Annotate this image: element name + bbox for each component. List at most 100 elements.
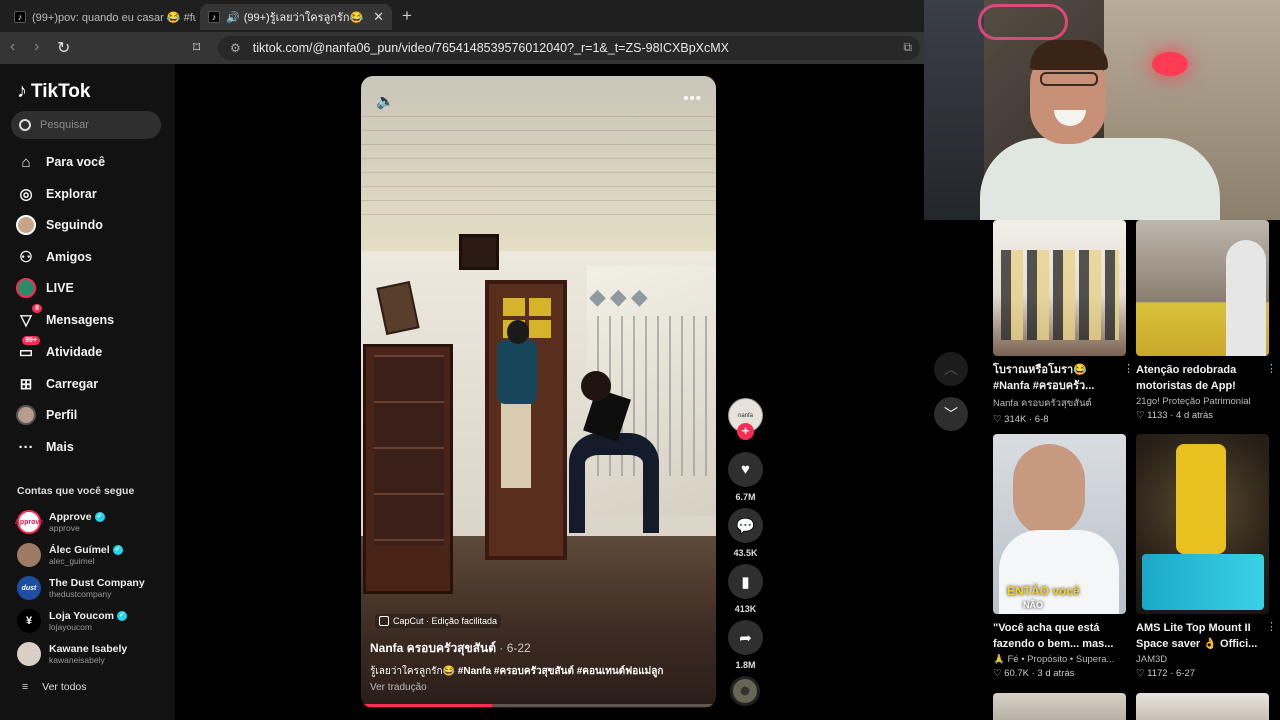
door-panel bbox=[503, 298, 525, 316]
bookmark-icon[interactable]: ⌑ bbox=[193, 39, 200, 56]
nav-item-perfil[interactable]: Perfil bbox=[16, 405, 77, 425]
account-handle: alec_guimel bbox=[49, 556, 95, 566]
recommended-card[interactable]: AMS Lite Top Mount II Space saver 👌 Offi… bbox=[1136, 434, 1277, 679]
card-more-icon[interactable]: ⋮ bbox=[1266, 620, 1277, 633]
following-avatar-icon bbox=[16, 215, 36, 235]
address-bar[interactable]: ⚙ tiktok.com/@nanfa06_pun/video/76541485… bbox=[218, 36, 920, 60]
webcam-lamp bbox=[1152, 52, 1188, 76]
profile-icon bbox=[16, 405, 36, 425]
follow-plus-button[interactable]: + bbox=[737, 423, 754, 440]
more-options-icon[interactable]: ••• bbox=[683, 90, 702, 107]
thumb-shirt-shape bbox=[999, 530, 1119, 614]
webcam-person-hair bbox=[1030, 40, 1108, 70]
nav-item-amigos[interactable]: ⚇ Amigos bbox=[16, 247, 92, 267]
nav-label: Seguindo bbox=[46, 218, 103, 232]
recommended-card-partial[interactable] bbox=[1136, 693, 1269, 720]
see-translation-link[interactable]: Ver tradução bbox=[370, 682, 427, 693]
nav-item-explorar[interactable]: ◎ Explorar bbox=[16, 184, 96, 204]
account-handle: thedustcompany bbox=[49, 589, 112, 599]
video-author[interactable]: Nanfa ครอบครัวสุขสันต์ · 6-22 bbox=[370, 639, 531, 658]
nav-item-seguindo[interactable]: Seguindo bbox=[16, 215, 103, 235]
nav-label: Para você bbox=[46, 155, 106, 169]
tiktok-logo[interactable]: ♪ TikTok bbox=[17, 80, 90, 103]
recommended-card[interactable]: โบราณหรือโมรา😂 #Nanfa #ครอบครัว... Nanfa… bbox=[993, 220, 1134, 425]
forward-arrow-icon[interactable]: › bbox=[34, 38, 39, 56]
new-tab-button[interactable]: + bbox=[402, 6, 412, 26]
account-name: The Dust Company bbox=[49, 577, 145, 589]
recommended-card[interactable]: ENTÃO você NÃO "Você acha que está fazen… bbox=[993, 434, 1126, 679]
messages-badge: 8 bbox=[32, 304, 42, 313]
thumb-people-shape bbox=[1001, 250, 1119, 340]
avatar: dust bbox=[17, 576, 41, 600]
share-count: 1.8M bbox=[735, 660, 756, 670]
recommended-card[interactable]: Atenção redobrada motoristas de App! 21g… bbox=[1136, 220, 1277, 421]
nav-item-para-voce[interactable]: ⌂ Para você bbox=[16, 152, 105, 172]
save-action[interactable]: ▮ 413K bbox=[728, 564, 763, 614]
bookmark-icon[interactable]: ▮ bbox=[728, 564, 763, 599]
card-stats: 60.7K · 3 d atrás bbox=[1004, 668, 1075, 679]
nav-item-live[interactable]: LIVE bbox=[16, 278, 74, 298]
share-arrow-icon[interactable]: ➦ bbox=[728, 620, 763, 655]
following-account-approve[interactable]: Approve Approve ✓ approve bbox=[15, 510, 105, 534]
next-video-button[interactable]: ﹀ bbox=[934, 397, 968, 431]
site-settings-icon[interactable]: ⚙ bbox=[230, 41, 241, 55]
video-thumbnail[interactable] bbox=[1136, 434, 1269, 614]
previous-video-button[interactable]: ︿ bbox=[934, 352, 968, 386]
card-author: 🙏 Fé • Propósito • Supera... bbox=[993, 654, 1115, 665]
avatar: ¥ bbox=[17, 609, 41, 633]
capcut-label: CapCut · Edição facilitada bbox=[393, 616, 498, 626]
video-thumbnail[interactable] bbox=[1136, 220, 1269, 356]
music-disc-icon[interactable] bbox=[730, 676, 760, 706]
heart-icon[interactable]: ♥ bbox=[728, 452, 763, 487]
thumb-face-shape bbox=[1013, 444, 1085, 536]
tab-title: (99+)รู้เลยว่าใครลูกรัก😂 #Nanfa #ครอ bbox=[243, 12, 365, 24]
close-tab-icon[interactable]: ✕ bbox=[373, 9, 384, 25]
video-player[interactable]: ◆◆◆ 🔈 ••• CapCut · Edição facilitada Nan… bbox=[361, 76, 716, 708]
card-more-icon[interactable]: ⋮ bbox=[1266, 362, 1277, 375]
video-thumbnail[interactable]: ENTÃO você NÃO bbox=[993, 434, 1126, 614]
following-account-alec[interactable]: Álec Guímel ✓ alec_guimel bbox=[17, 543, 123, 567]
account-name: Kawane Isabely bbox=[49, 643, 128, 655]
webcam-shelf bbox=[924, 0, 984, 220]
comment-action[interactable]: 💬 43.5K bbox=[728, 508, 763, 558]
person-legs bbox=[569, 433, 659, 533]
translate-icon[interactable]: ⧉ bbox=[903, 40, 912, 55]
comment-icon[interactable]: 💬 bbox=[728, 508, 763, 543]
volume-icon[interactable]: 🔈 bbox=[376, 92, 395, 110]
nav-item-atividade[interactable]: ▭ 99+ Atividade bbox=[16, 336, 102, 362]
save-count: 413K bbox=[734, 604, 757, 614]
browser-tab-2[interactable]: ♪ 🔊 (99+)รู้เลยว่าใครลูกรัก😂 #Nanfa #ครอ… bbox=[200, 4, 392, 30]
following-account-youcom[interactable]: ¥ Loja Youcom ✓ lojayoucom bbox=[17, 609, 127, 633]
account-handle: lojayoucom bbox=[49, 622, 92, 632]
card-more-icon[interactable]: ⋮ bbox=[1123, 362, 1134, 375]
video-thumbnail[interactable] bbox=[993, 220, 1126, 356]
nav-label: Amigos bbox=[46, 250, 92, 264]
back-arrow-icon[interactable]: ‹ bbox=[10, 38, 15, 56]
nav-item-mensagens[interactable]: ▽ 8 Mensagens bbox=[16, 304, 114, 330]
person-head bbox=[581, 371, 611, 401]
video-caption: รู้เลยว่าใครลูกรัก😂 #Nanfa #ครอบครัวสุขส… bbox=[370, 664, 663, 679]
search-input[interactable]: Pesquisar bbox=[11, 111, 161, 139]
avatar bbox=[17, 642, 41, 666]
verified-icon: ✓ bbox=[112, 545, 123, 556]
nav-item-carregar[interactable]: ⊞ Carregar bbox=[16, 374, 98, 394]
see-all-following-link[interactable]: ≡ Ver todos bbox=[22, 681, 87, 693]
video-progress-bar[interactable] bbox=[361, 704, 716, 707]
author-name: Nanfa ครอบครัวสุขสันต์ bbox=[370, 641, 497, 655]
capcut-tag[interactable]: CapCut · Edição facilitada bbox=[375, 614, 502, 628]
heart-outline-icon: ♡ bbox=[993, 668, 1005, 679]
nav-item-mais[interactable]: ··· Mais bbox=[16, 437, 74, 457]
share-action[interactable]: ➦ 1.8M bbox=[728, 620, 763, 670]
like-action[interactable]: ♥ 6.7M bbox=[728, 452, 763, 502]
reload-icon[interactable]: ↻ bbox=[57, 38, 70, 58]
list-icon: ≡ bbox=[22, 681, 29, 693]
recommended-card-partial[interactable] bbox=[993, 693, 1126, 720]
browser-tab-1[interactable]: ♪ (99+)pov: quando eu casar 😂 #funnyvide… bbox=[6, 4, 196, 30]
live-icon bbox=[16, 278, 36, 298]
following-account-kawane[interactable]: Kawane Isabely kawaneisabely bbox=[17, 642, 127, 666]
video-scene-person-1 bbox=[493, 320, 537, 490]
person-shirt bbox=[497, 340, 537, 404]
following-account-dust[interactable]: dust The Dust Company thedustcompany bbox=[17, 576, 145, 600]
verified-icon: ✓ bbox=[116, 611, 127, 622]
caption-hashtags[interactable]: #Nanfa #ครอบครัวสุขสันต์ #คอนเทนต์ฟอแม่ล… bbox=[458, 666, 664, 677]
